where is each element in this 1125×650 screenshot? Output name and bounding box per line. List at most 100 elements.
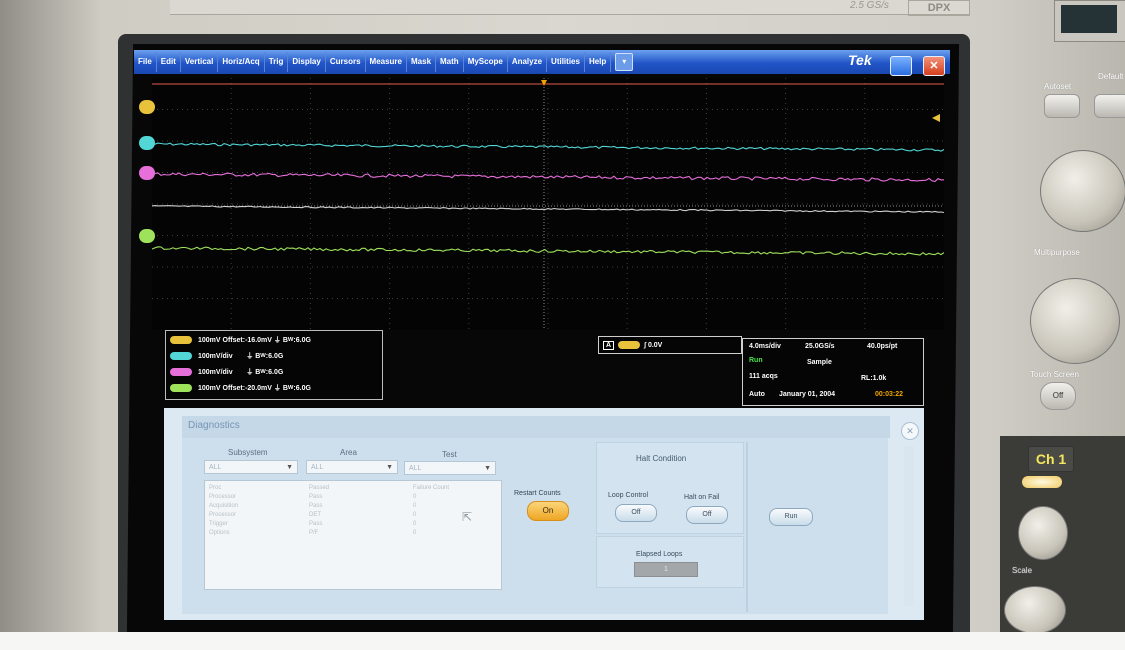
ch4-readout[interactable]: 100mV Offset:-20.0mV ⏚ BW: 6.0G [170,381,311,395]
acq-count: 111 acqs [749,373,778,380]
page-bottom-strip [0,632,1125,650]
ch4-offset: Offset:-20.0mV [222,384,272,392]
ch1-indicator-icon [170,336,192,344]
chevron-down-icon[interactable]: ▾ [615,53,634,71]
minimize-button[interactable] [890,56,912,76]
restart-counts-toggle[interactable]: On [527,501,569,521]
position-knob[interactable] [1018,506,1068,560]
menu-mask[interactable]: Mask [407,52,437,72]
status-display [1054,0,1125,42]
ch2-scale: 100mV/div [198,352,233,360]
list-item: Options P/F 0 [209,530,417,536]
menu-display[interactable]: Display [288,52,326,72]
ch2-ground-icon[interactable] [139,136,155,150]
list-item: Processor Pass 0 [209,494,417,500]
halt-on-fail-label: Halt on Fail [684,494,720,501]
menu-horiz-acq[interactable]: Horiz/Acq [218,52,265,72]
menu-utilities[interactable]: Utilities [547,52,585,72]
rising-edge-icon: ∫ [644,341,646,349]
ch4-ground-icon[interactable] [139,229,155,243]
close-window-button[interactable]: ✕ [923,56,945,76]
multipurpose-b-knob[interactable] [1030,278,1120,364]
run-state: Run [749,357,763,364]
chevron-down-icon: ▼ [286,464,293,471]
menu-cursors[interactable]: Cursors [326,52,366,72]
record-length: RL:1.0k [861,375,887,382]
acquisition-readout[interactable]: 4.0ms/div 25.0GS/s 40.0ps/pt Run Sample … [742,338,924,406]
oscilloscope-photo: 2.5 GS/s DPX File Edit Vertical Horiz/Ac… [0,0,1125,632]
scale-knob[interactable] [1004,586,1066,632]
loop-control-label: Loop Control [608,492,649,499]
ch4-scale: 100mV [198,384,221,392]
trigger-readout[interactable]: A ∫ 0.0V [598,336,742,354]
subsystem-dropdown[interactable]: ALL ▼ [204,460,298,474]
dialog-title: Diagnostics [182,416,890,438]
timebase: 4.0ms/div [749,343,781,350]
results-list[interactable]: Proc Passed Failure Count Processor Pass 0 A… [204,480,502,590]
menu-help[interactable]: Help [585,52,612,72]
menu-bar: File Edit Vertical Horiz/Acq Trig Displa… [134,50,950,74]
ch2-bandwidth: 6.0G [268,352,284,360]
multipurpose-a-knob[interactable] [1040,150,1125,232]
menu-edit[interactable]: Edit [157,52,181,72]
menu-trig[interactable]: Trig [265,52,289,72]
menu-math[interactable]: Math [436,52,464,72]
ch3-indicator-icon [170,368,192,376]
sample-rate: 25.0GS/s [805,343,835,350]
ch1-led [1022,476,1062,488]
test-dropdown[interactable]: ALL ▼ [404,461,496,475]
trigger-level: 0.0V [647,341,663,349]
halt-on-fail-toggle[interactable]: Off [686,506,728,524]
ch1-bandwidth: 6.0G [295,336,311,344]
ch2-readout[interactable]: 100mV/div ⏚ BW: 6.0G [170,349,283,363]
acq-mode: Sample [807,359,832,366]
test-header: Test [442,450,457,459]
menu-vertical[interactable]: Vertical [181,52,219,72]
divider [746,442,748,612]
run-button[interactable]: Run [769,508,813,526]
menu-measure[interactable]: Measure [366,52,407,72]
trigger-mode: Auto [749,391,765,398]
loop-control-toggle[interactable]: Off [615,504,657,522]
ch4-indicator-icon [170,384,192,392]
default-setup-label: Default Setup [1098,72,1125,81]
elapsed-loops-value: 1 [634,562,698,577]
scale-label: Scale [1012,566,1033,575]
area-dropdown[interactable]: ALL ▼ [306,460,398,474]
brand-model: DPX [908,0,970,16]
restart-counts-label: Restart Counts [514,490,561,497]
ch1-readout[interactable]: 100mV Offset:-16.0mV ⏚ BW: 6.0G [170,333,311,347]
brand-series: 2.5 GS/s [850,0,889,11]
dialog-scrollbar[interactable] [904,446,914,606]
ch3-bandwidth: 6.0G [268,368,284,376]
ch1-button[interactable]: Ch 1 [1028,446,1074,472]
halt-condition-title: Halt Condition [636,454,687,463]
autoset-button[interactable] [1044,94,1080,118]
subsystem-header: Subsystem [228,448,268,457]
elapsed-loops-label: Elapsed Loops [636,551,683,558]
menu-myscope[interactable]: MyScope [464,52,508,72]
ch3-ground-icon[interactable] [139,166,155,180]
time: 00:03:22 [875,391,904,398]
list-item: Proc Passed Failure Count [209,485,450,491]
list-item: Acquisition Pass 0 [209,503,417,509]
area-header: Area [340,448,357,457]
ch1-offset: Offset:-16.0mV [222,336,272,344]
touch-screen-toggle[interactable]: Off [1040,382,1076,410]
close-icon[interactable]: ✕ [901,422,919,440]
ch3-scale: 100mV/div [198,368,233,376]
ch3-readout[interactable]: 100mV/div ⏚ BW: 6.0G [170,365,283,379]
trigger-source: A [603,340,615,350]
default-setup-button[interactable] [1094,94,1125,118]
ch1-ground-icon[interactable] [139,100,155,114]
chevron-down-icon: ▼ [386,464,393,471]
menu-file[interactable]: File [134,52,157,72]
list-item: Trigger Pass 0 [209,521,417,527]
waveform-graticule [152,78,944,330]
resolution: 40.0ps/pt [867,343,898,350]
ch2-indicator-icon [170,352,192,360]
menu-analyze[interactable]: Analyze [508,52,548,72]
mouse-pointer-icon: ⇱ [462,510,473,524]
list-item: Processor DET 0 [209,512,417,518]
multipurpose-label: Multipurpose [1034,248,1080,257]
